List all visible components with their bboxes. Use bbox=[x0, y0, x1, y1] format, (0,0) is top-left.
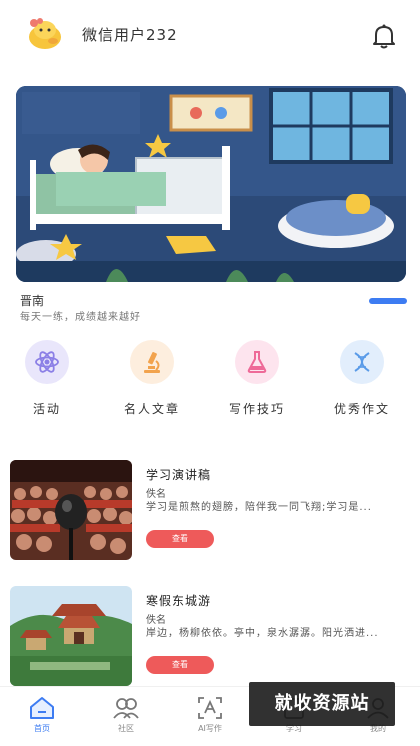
atom-icon bbox=[25, 340, 69, 384]
article-title: 寒假东城游 bbox=[146, 594, 212, 608]
tab-label: 社区 bbox=[118, 724, 134, 733]
category-writing-tips[interactable]: 写作技巧 bbox=[217, 340, 297, 417]
article-author: 佚名 bbox=[146, 489, 166, 500]
avatar[interactable] bbox=[26, 17, 64, 51]
view-button[interactable]: 查看 bbox=[146, 656, 214, 674]
tab-ai-writing[interactable]: AI写作 bbox=[180, 695, 240, 734]
tab-label: 首页 bbox=[34, 724, 50, 733]
category-label: 名人文章 bbox=[123, 402, 180, 416]
flask-icon bbox=[235, 340, 279, 384]
article-excerpt: 学习是煎熬的翅膀，陪伴我一同飞翔;学习是... bbox=[146, 502, 372, 513]
article-thumbnail bbox=[10, 460, 132, 560]
article-thumbnail bbox=[10, 586, 132, 686]
tab-home[interactable]: 首页 bbox=[12, 695, 72, 734]
view-button[interactable]: 查看 bbox=[146, 530, 214, 548]
ai-writing-icon bbox=[195, 695, 225, 721]
top-header: 微信用户232 bbox=[0, 0, 420, 72]
category-label: 写作技巧 bbox=[228, 402, 285, 416]
dna-icon bbox=[340, 340, 384, 384]
article-title: 学习演讲稿 bbox=[146, 468, 212, 482]
banner-caption-subtitle: 每天一练，成绩越来越好 bbox=[20, 312, 141, 323]
tab-label: AI写作 bbox=[198, 724, 222, 733]
category-famous-articles[interactable]: 名人文章 bbox=[112, 340, 192, 417]
category-label: 优秀作文 bbox=[333, 402, 390, 416]
article-excerpt: 岸边，杨柳依依。亭中，泉水潺潺。阳光洒进... bbox=[146, 628, 379, 639]
bell-icon[interactable] bbox=[372, 23, 396, 49]
category-activity[interactable]: 活动 bbox=[7, 340, 87, 417]
microscope-icon bbox=[130, 340, 174, 384]
carousel-indicator bbox=[369, 298, 407, 304]
article-author: 佚名 bbox=[146, 615, 166, 626]
category-label: 活动 bbox=[32, 402, 61, 416]
home-icon bbox=[27, 695, 57, 721]
community-icon bbox=[111, 695, 141, 721]
username: 微信用户232 bbox=[82, 26, 178, 44]
watermark-overlay: 就收资源站 bbox=[249, 682, 395, 726]
category-excellent-essays[interactable]: 优秀作文 bbox=[322, 340, 402, 417]
banner-caption-title: 晋南 bbox=[20, 294, 45, 308]
tab-community[interactable]: 社区 bbox=[96, 695, 156, 734]
banner-carousel[interactable] bbox=[16, 86, 406, 282]
